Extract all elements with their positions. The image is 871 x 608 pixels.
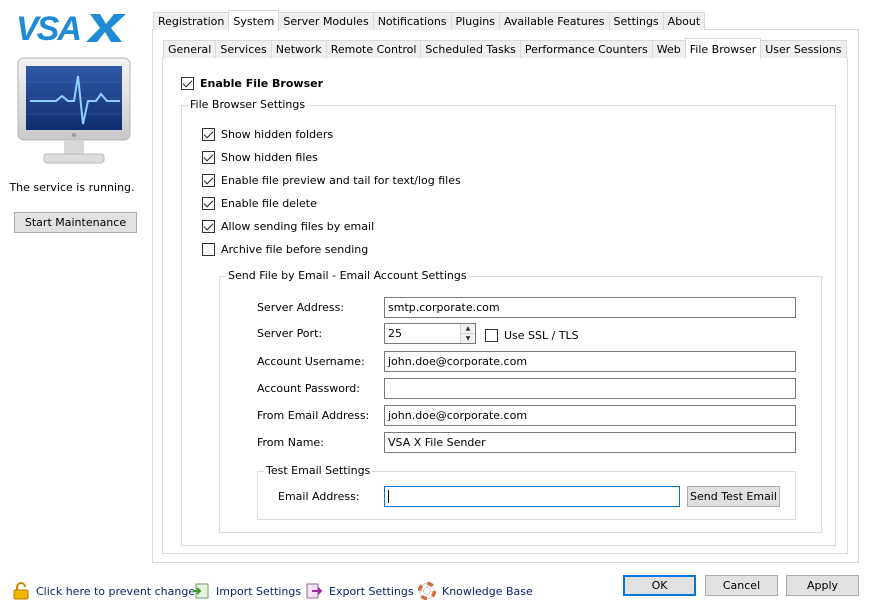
enable-file-browser-checkbox[interactable]: Enable File Browser <box>181 75 323 91</box>
subtab-user-sessions[interactable]: User Sessions <box>760 40 847 58</box>
knowledge-base-link[interactable]: Knowledge Base <box>418 582 533 600</box>
start-maintenance-button[interactable]: Start Maintenance <box>14 212 137 233</box>
lifebuoy-icon <box>418 582 436 600</box>
enable-file-delete-checkbox[interactable]: Enable file delete <box>202 195 317 211</box>
checkbox-box <box>202 173 215 187</box>
file-browser-settings-title: File Browser Settings <box>188 98 308 112</box>
allow-email-checkbox[interactable]: Allow sending files by email <box>202 218 374 234</box>
account-username-label: Account Username: <box>257 355 365 368</box>
checkbox-box <box>202 150 215 164</box>
checkbox-box <box>485 328 498 342</box>
test-email-address-label: Email Address: <box>278 490 360 503</box>
spin-up-icon[interactable]: ▲ <box>461 324 475 333</box>
checkbox-box <box>202 127 215 141</box>
use-ssl-checkbox[interactable]: Use SSL / TLS <box>485 327 579 343</box>
port-spinner[interactable]: ▲ ▼ <box>460 324 475 343</box>
allow-email-label: Allow sending files by email <box>221 219 375 233</box>
tab-settings[interactable]: Settings <box>608 12 664 30</box>
subtab-web[interactable]: Web <box>651 40 686 58</box>
svg-text:VSA: VSA <box>16 10 80 44</box>
from-name-label: From Name: <box>257 436 324 449</box>
subtab-performance-counters[interactable]: Performance Counters <box>519 40 653 58</box>
show-hidden-folders-label: Show hidden folders <box>221 127 334 141</box>
send-test-email-button[interactable]: Send Test Email <box>687 486 780 507</box>
server-address-input[interactable]: smtp.corporate.com <box>384 297 796 318</box>
main-tab-strip: Registration System Server Modules Notif… <box>153 10 706 31</box>
from-email-label: From Email Address: <box>257 409 370 422</box>
from-email-input[interactable]: john.doe@corporate.com <box>384 405 796 426</box>
import-settings-link[interactable]: Import Settings <box>192 582 301 600</box>
checkbox-box <box>202 242 215 256</box>
service-status-text: The service is running. <box>9 181 135 194</box>
archive-before-sending-checkbox[interactable]: Archive file before sending <box>202 241 368 257</box>
export-settings-link[interactable]: Export Settings <box>305 582 414 600</box>
apply-button[interactable]: Apply <box>786 575 859 596</box>
server-port-stepper[interactable]: 25 ▲ ▼ <box>384 323 476 344</box>
account-password-input[interactable] <box>384 378 796 399</box>
from-name-input[interactable]: VSA X File Sender <box>384 432 796 453</box>
enable-file-browser-label: Enable File Browser <box>200 76 324 90</box>
subtab-network[interactable]: Network <box>270 40 327 58</box>
server-port-label: Server Port: <box>257 327 323 340</box>
account-password-label: Account Password: <box>257 382 360 395</box>
show-hidden-folders-checkbox[interactable]: Show hidden folders <box>202 126 333 142</box>
tab-available-features[interactable]: Available Features <box>498 12 610 30</box>
ok-button[interactable]: OK <box>623 575 696 596</box>
tab-notifications[interactable]: Notifications <box>372 12 452 30</box>
cancel-button[interactable]: Cancel <box>705 575 778 596</box>
archive-before-sending-label: Archive file before sending <box>221 242 369 256</box>
monitor-heartbeat-icon <box>16 56 132 168</box>
server-address-label: Server Address: <box>257 301 345 314</box>
prevent-changes-label: Click here to prevent changes <box>36 584 201 598</box>
export-icon <box>305 582 323 600</box>
subtab-general[interactable]: General <box>163 40 217 58</box>
import-settings-label: Import Settings <box>216 584 302 598</box>
prevent-changes-link[interactable]: Click here to prevent changes <box>12 582 201 600</box>
tab-system[interactable]: System <box>228 10 280 31</box>
show-hidden-files-label: Show hidden files <box>221 150 318 164</box>
checkbox-box <box>202 219 215 233</box>
export-settings-label: Export Settings <box>329 584 414 598</box>
spin-down-icon[interactable]: ▼ <box>461 333 475 342</box>
text-caret <box>388 490 389 503</box>
tab-about[interactable]: About <box>662 12 706 30</box>
tab-registration[interactable]: Registration <box>153 12 230 30</box>
checkbox-box <box>202 196 215 210</box>
subtab-remote-control[interactable]: Remote Control <box>325 40 422 58</box>
email-account-settings-title: Send File by Email - Email Account Setti… <box>226 269 469 283</box>
enable-file-preview-label: Enable file preview and tail for text/lo… <box>221 173 461 187</box>
import-icon <box>192 582 210 600</box>
enable-file-delete-label: Enable file delete <box>221 196 317 210</box>
subtab-file-browser[interactable]: File Browser <box>684 38 762 59</box>
tab-server-modules[interactable]: Server Modules <box>278 12 374 30</box>
unlocked-padlock-icon <box>12 582 30 600</box>
sub-tab-strip: General Services Network Remote Control … <box>163 38 847 59</box>
test-email-settings-title: Test Email Settings <box>264 464 373 478</box>
server-port-value: 25 <box>388 327 402 340</box>
vsax-logo: VSA <box>16 10 128 44</box>
enable-file-preview-checkbox[interactable]: Enable file preview and tail for text/lo… <box>202 172 461 188</box>
account-username-input[interactable]: john.doe@corporate.com <box>384 351 796 372</box>
subtab-services[interactable]: Services <box>215 40 272 58</box>
knowledge-base-label: Knowledge Base <box>442 584 533 598</box>
use-ssl-label: Use SSL / TLS <box>504 328 579 342</box>
show-hidden-files-checkbox[interactable]: Show hidden files <box>202 149 318 165</box>
test-email-address-input[interactable] <box>384 486 680 507</box>
subtab-scheduled-tasks[interactable]: Scheduled Tasks <box>420 40 521 58</box>
tab-plugins[interactable]: Plugins <box>450 12 500 30</box>
checkbox-box <box>181 76 194 90</box>
